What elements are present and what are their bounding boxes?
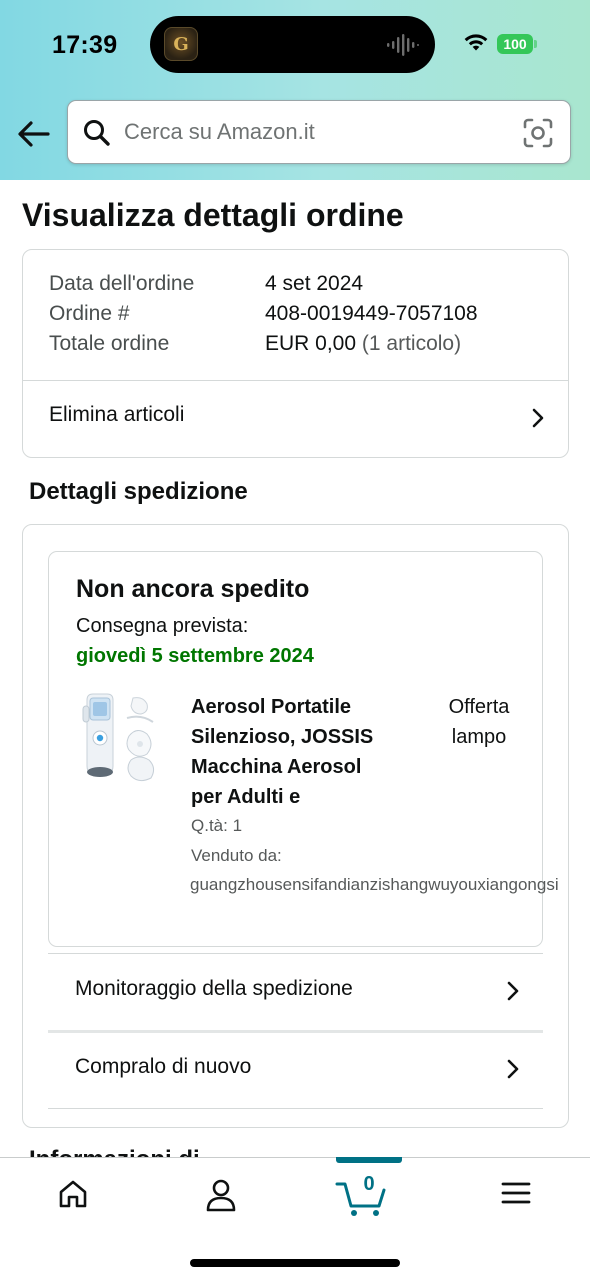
- active-tab-indicator: [336, 1157, 402, 1163]
- search-input[interactable]: [124, 101, 514, 163]
- battery-tip: [534, 40, 537, 48]
- order-total-value: EUR 0,00: [265, 332, 357, 355]
- sold-by-label: Venduto da:: [191, 846, 282, 865]
- delivery-estimate-date: giovedì 5 settembre 2024: [76, 645, 314, 667]
- deal-badge-line-2: lampo: [451, 726, 507, 748]
- battery-indicator: 100: [497, 34, 533, 54]
- order-date-value: 4 set 2024: [265, 272, 364, 295]
- order-date-label: Data dell'ordine: [49, 272, 195, 295]
- shipping-card: Non ancora spedito Consegna prevista: gi…: [22, 524, 569, 1128]
- tab-home[interactable]: [43, 1172, 103, 1222]
- page-title: Visualizza dettagli ordine: [22, 197, 404, 233]
- search-bar[interactable]: [67, 100, 571, 164]
- order-item-count: (1 articolo): [361, 332, 462, 355]
- back-button[interactable]: [14, 114, 54, 154]
- product-title-line-4: per Adulti e: [191, 786, 301, 808]
- search-icon: [84, 120, 110, 146]
- chevron-right-icon: [507, 981, 519, 1001]
- order-number-value: 408-0019449-7057108: [265, 302, 478, 325]
- order-total-value-group: EUR 0,00 (1 articolo): [265, 332, 461, 356]
- home-icon: [59, 1180, 87, 1208]
- tab-account[interactable]: [191, 1172, 251, 1222]
- buy-again-row[interactable]: Compralo di nuovo: [48, 1033, 543, 1108]
- header-area: 17:39 G 100: [0, 0, 590, 180]
- tab-menu[interactable]: [486, 1172, 546, 1222]
- deal-badge-line-1: Offerta: [448, 696, 510, 718]
- track-shipment-row[interactable]: Monitoraggio della spedizione: [48, 954, 543, 1030]
- order-summary-card: Data dell'ordine 4 set 2024 Ordine # 408…: [22, 249, 569, 458]
- product-quantity: Q.tà: 1: [191, 816, 243, 835]
- delete-items-row[interactable]: Elimina articoli: [23, 381, 568, 458]
- cart-icon: [335, 1182, 386, 1216]
- audio-waveform-icon: [387, 34, 419, 56]
- order-number-label: Ordine #: [49, 302, 130, 325]
- order-total-label: Totale ordine: [49, 332, 170, 355]
- product-title-line-3: Macchina Aerosol: [191, 756, 362, 778]
- dynamic-island: G: [150, 16, 435, 73]
- product-title-line-1: Aerosol Portatile: [191, 696, 352, 718]
- seller-name[interactable]: guangzhousensifandianzishangwuyouxiangon…: [190, 875, 559, 895]
- camera-scan-icon[interactable]: [523, 118, 553, 148]
- shipment-status: Non ancora spedito: [76, 575, 310, 603]
- buy-again-label: Compralo di nuovo: [75, 1055, 252, 1078]
- user-icon: [206, 1179, 236, 1212]
- status-bar-time: 17:39: [52, 31, 118, 59]
- divider: [48, 1108, 543, 1109]
- product-image[interactable]: [77, 688, 163, 786]
- arrow-left-icon: [18, 121, 50, 147]
- island-app-glyph: G: [173, 34, 189, 55]
- tab-cart[interactable]: 0: [332, 1172, 412, 1222]
- shipping-section-title: Dettagli spedizione: [29, 478, 248, 505]
- product-title-line-2: Silenzioso, JOSSIS: [191, 726, 374, 748]
- deal-badge: Offerta lampo: [429, 692, 529, 752]
- chevron-right-icon: [507, 1059, 519, 1079]
- home-indicator: [190, 1259, 400, 1267]
- island-app-icon: G: [164, 27, 198, 61]
- chevron-right-icon: [532, 408, 544, 428]
- track-shipment-label: Monitoraggio della spedizione: [75, 977, 353, 1000]
- hamburger-menu-icon: [501, 1182, 531, 1204]
- delete-items-label: Elimina articoli: [49, 403, 185, 426]
- product-title[interactable]: Aerosol Portatile Silenzioso, JOSSIS Mac…: [191, 692, 396, 812]
- wifi-icon: [464, 34, 488, 51]
- delivery-estimate-label: Consegna prevista:: [76, 615, 249, 637]
